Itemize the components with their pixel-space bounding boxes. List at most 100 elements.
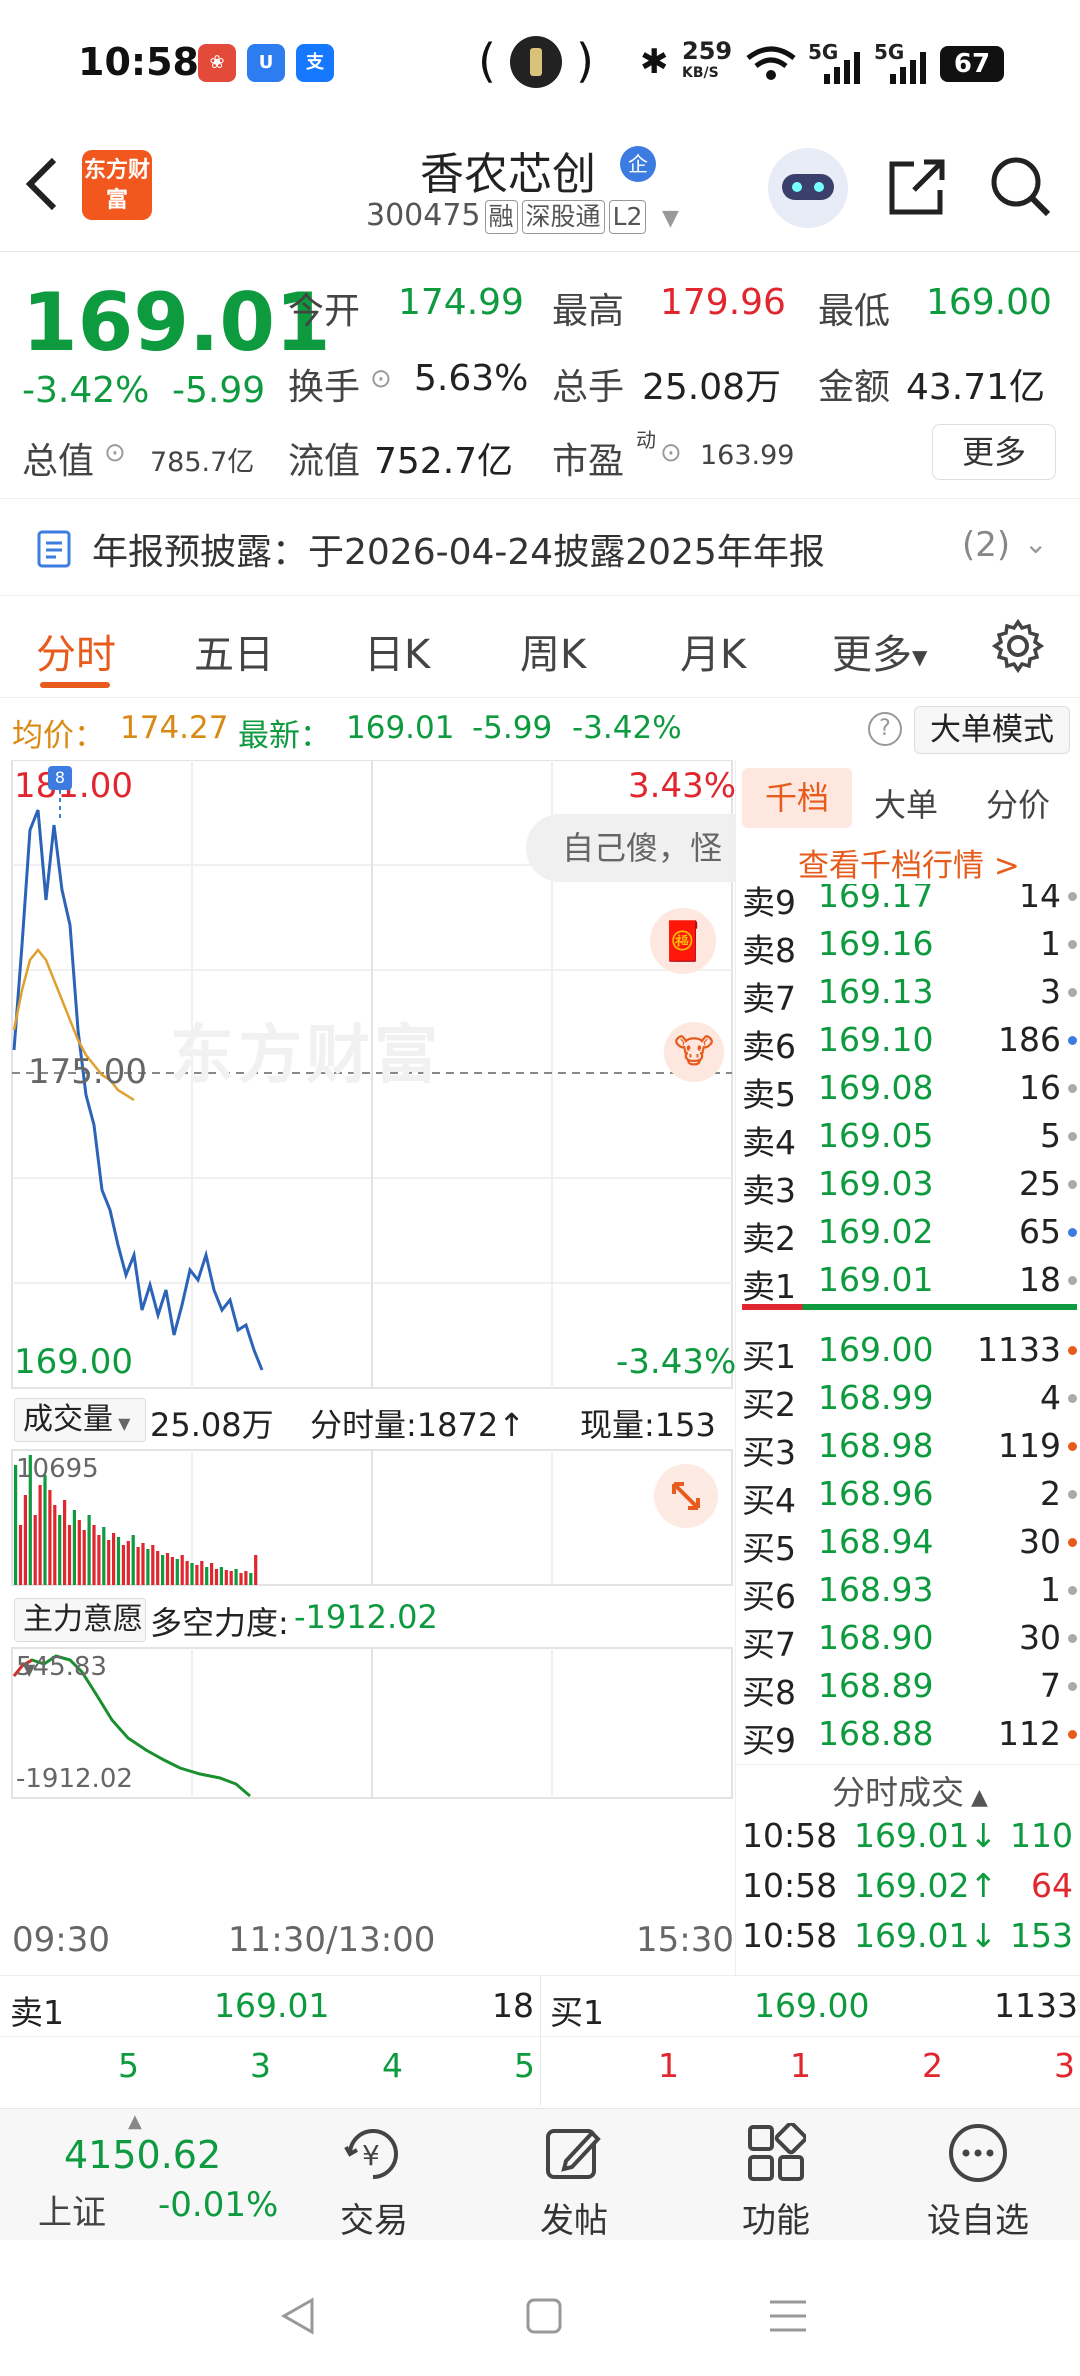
ask-row[interactable]: 卖8 169.16 1 xyxy=(742,920,1077,970)
float-cap-value: 752.7亿 xyxy=(374,441,514,482)
level-price: 169.17 xyxy=(818,884,934,915)
grid-icon xyxy=(746,2121,808,2187)
ask-row[interactable]: 卖1 169.01 18 xyxy=(742,1256,1077,1306)
current-volume: 现量:153 xyxy=(580,1406,716,1444)
volume-bar xyxy=(43,1475,47,1585)
notice-bar[interactable]: 年报预披露：于2026-04-24披露2025年年报 (2) ⌄ xyxy=(0,498,1080,596)
red-envelope-icon[interactable]: 🧧 xyxy=(650,908,716,974)
level-label: 买7 xyxy=(742,1625,796,1664)
settings-gear-icon[interactable] xyxy=(990,618,1046,678)
tab-monthly-k[interactable]: 月K xyxy=(680,622,746,680)
latest-percent: -3.42% xyxy=(572,710,682,746)
paren-right: ) xyxy=(576,34,594,88)
ask-row[interactable]: 卖3 169.03 25 xyxy=(742,1160,1077,1210)
nav-post[interactable]: 发帖 xyxy=(474,2109,674,2241)
status-dot xyxy=(1068,1442,1077,1451)
bull-mascot-icon[interactable]: 🐮 xyxy=(664,1022,724,1082)
chart-tabs: 分时 五日 日K 周K 月K 更多▼ xyxy=(0,598,1080,698)
volume-bar xyxy=(72,1510,76,1585)
app-notification-icon: ❀ xyxy=(198,44,236,82)
tick-volume: 153 xyxy=(1010,1916,1073,1955)
chevron-down-icon[interactable]: ⌄ xyxy=(1024,527,1047,560)
assistant-robot-icon[interactable] xyxy=(768,148,848,228)
nav-add-watchlist[interactable]: 设自选 xyxy=(878,2109,1078,2241)
system-menu-icon[interactable] xyxy=(768,2298,808,2338)
bid-row[interactable]: 买9 168.88 112 xyxy=(742,1710,1077,1760)
volume-bar xyxy=(244,1571,248,1585)
ask-row[interactable]: 卖5 169.08 16 xyxy=(742,1064,1077,1114)
level-volume: 7 xyxy=(1040,1666,1061,1705)
search-icon[interactable] xyxy=(988,154,1054,224)
ask-row[interactable]: 卖7 169.13 3 xyxy=(742,968,1077,1018)
status-dot xyxy=(1068,1346,1077,1355)
tab-weekly-k[interactable]: 周K xyxy=(520,622,586,680)
bid-row[interactable]: 买6 168.93 1 xyxy=(742,1566,1077,1616)
book-tab-price[interactable]: 分价 xyxy=(986,780,1050,826)
system-home-icon[interactable] xyxy=(524,2296,564,2340)
indicator-selector[interactable]: 主力意愿 ▼ xyxy=(14,1598,146,1679)
view-depth-link[interactable]: 查看千档行情 > xyxy=(798,840,1020,885)
tick-trades-title[interactable]: 分时成交 ▲ xyxy=(832,1766,988,1814)
tick-price: 169.01↓ xyxy=(854,1916,998,1955)
volume-bar xyxy=(239,1573,243,1585)
expand-icon[interactable] xyxy=(654,1464,718,1528)
bid-row[interactable]: 买5 168.94 30 xyxy=(742,1518,1077,1568)
volume-bar xyxy=(18,1525,23,1585)
more-button[interactable]: 更多 xyxy=(932,424,1056,480)
price-info-row: 均价： 174.27 最新： 169.01 -5.99 -3.42% ? 大单模… xyxy=(0,700,1080,760)
level-price: 168.94 xyxy=(818,1522,934,1561)
comment-bubble[interactable]: 自己傻，怪 xyxy=(526,814,735,882)
info-icon[interactable]: ⊙ xyxy=(104,438,126,468)
back-icon[interactable] xyxy=(22,154,62,218)
bid-row[interactable]: 买1 169.00 1133 xyxy=(742,1326,1077,1376)
ask-row[interactable]: 卖9 169.17 14 xyxy=(742,884,1077,922)
latest-label: 最新： xyxy=(238,718,331,754)
ask-row[interactable]: 卖4 169.05 5 xyxy=(742,1112,1077,1162)
volume-bar xyxy=(185,1561,189,1585)
level-volume: 1 xyxy=(1040,924,1061,963)
share-icon[interactable] xyxy=(884,156,948,224)
tab-daily-k[interactable]: 日K xyxy=(364,622,430,680)
help-icon[interactable]: ? xyxy=(868,712,902,746)
tab-five-day[interactable]: 五日 xyxy=(194,622,274,680)
volume-bar xyxy=(131,1535,135,1585)
turnover-value: 5.63% xyxy=(414,358,529,399)
book-tab-big-order[interactable]: 大单 xyxy=(874,780,938,826)
info-icon[interactable]: ⊙ xyxy=(370,364,392,394)
info-icon[interactable]: ⊙ xyxy=(660,438,682,468)
level-label: 买8 xyxy=(742,1673,796,1712)
change-percent: -3.42% xyxy=(22,370,150,411)
volume-bar xyxy=(214,1569,219,1585)
volume-selector[interactable]: 成交量 ▼ xyxy=(14,1398,146,1442)
level-summary: 卖1 169.01 18 买1 169.00 1133 5 3 4 5 1 1 … xyxy=(0,1975,1080,2106)
big-order-mode-button[interactable]: 大单模式 xyxy=(914,706,1070,754)
summary-sell-num: 5 xyxy=(514,2046,535,2085)
level-label: 卖3 xyxy=(742,1171,796,1210)
ask-row[interactable]: 卖2 169.02 65 xyxy=(742,1208,1077,1258)
nav-functions[interactable]: 功能 xyxy=(676,2109,876,2241)
book-tab-thousand[interactable]: 千档 xyxy=(742,768,852,828)
amount-label: 金额 xyxy=(818,367,891,408)
bid-row[interactable]: 买8 168.89 7 xyxy=(742,1662,1077,1712)
tab-more[interactable]: 更多▼ xyxy=(832,622,927,680)
intraday-chart[interactable]: 东方财富 181.00 8 3.43% 175.00 169.00 -3.43%… xyxy=(0,759,736,1975)
level-volume: 2 xyxy=(1040,1474,1061,1513)
tab-intraday[interactable]: 分时 xyxy=(36,622,116,680)
event-marker-icon[interactable]: 8 xyxy=(48,766,72,790)
chevron-down-icon[interactable]: ▼ xyxy=(662,206,679,231)
status-dot xyxy=(1068,940,1077,949)
status-dot xyxy=(1068,892,1077,901)
level-price: 169.08 xyxy=(818,1068,934,1107)
level-price: 168.98 xyxy=(818,1426,934,1465)
nav-trade[interactable]: ¥ 交易 xyxy=(274,2109,474,2241)
system-back-icon[interactable] xyxy=(278,2296,318,2340)
level-volume: 1 xyxy=(1040,1570,1061,1609)
bid-row[interactable]: 买2 168.99 4 xyxy=(742,1374,1077,1424)
volume-bar xyxy=(82,1530,86,1585)
bid-row[interactable]: 买7 168.90 30 xyxy=(742,1614,1077,1664)
level-volume: 16 xyxy=(1019,1068,1061,1107)
index-ticker[interactable]: ▲ 4150.62 上证 -0.01% xyxy=(0,2109,278,2241)
bid-row[interactable]: 买3 168.98 119 xyxy=(742,1422,1077,1472)
bid-row[interactable]: 买4 168.96 2 xyxy=(742,1470,1077,1520)
ask-row[interactable]: 卖6 169.10 186 xyxy=(742,1016,1077,1066)
